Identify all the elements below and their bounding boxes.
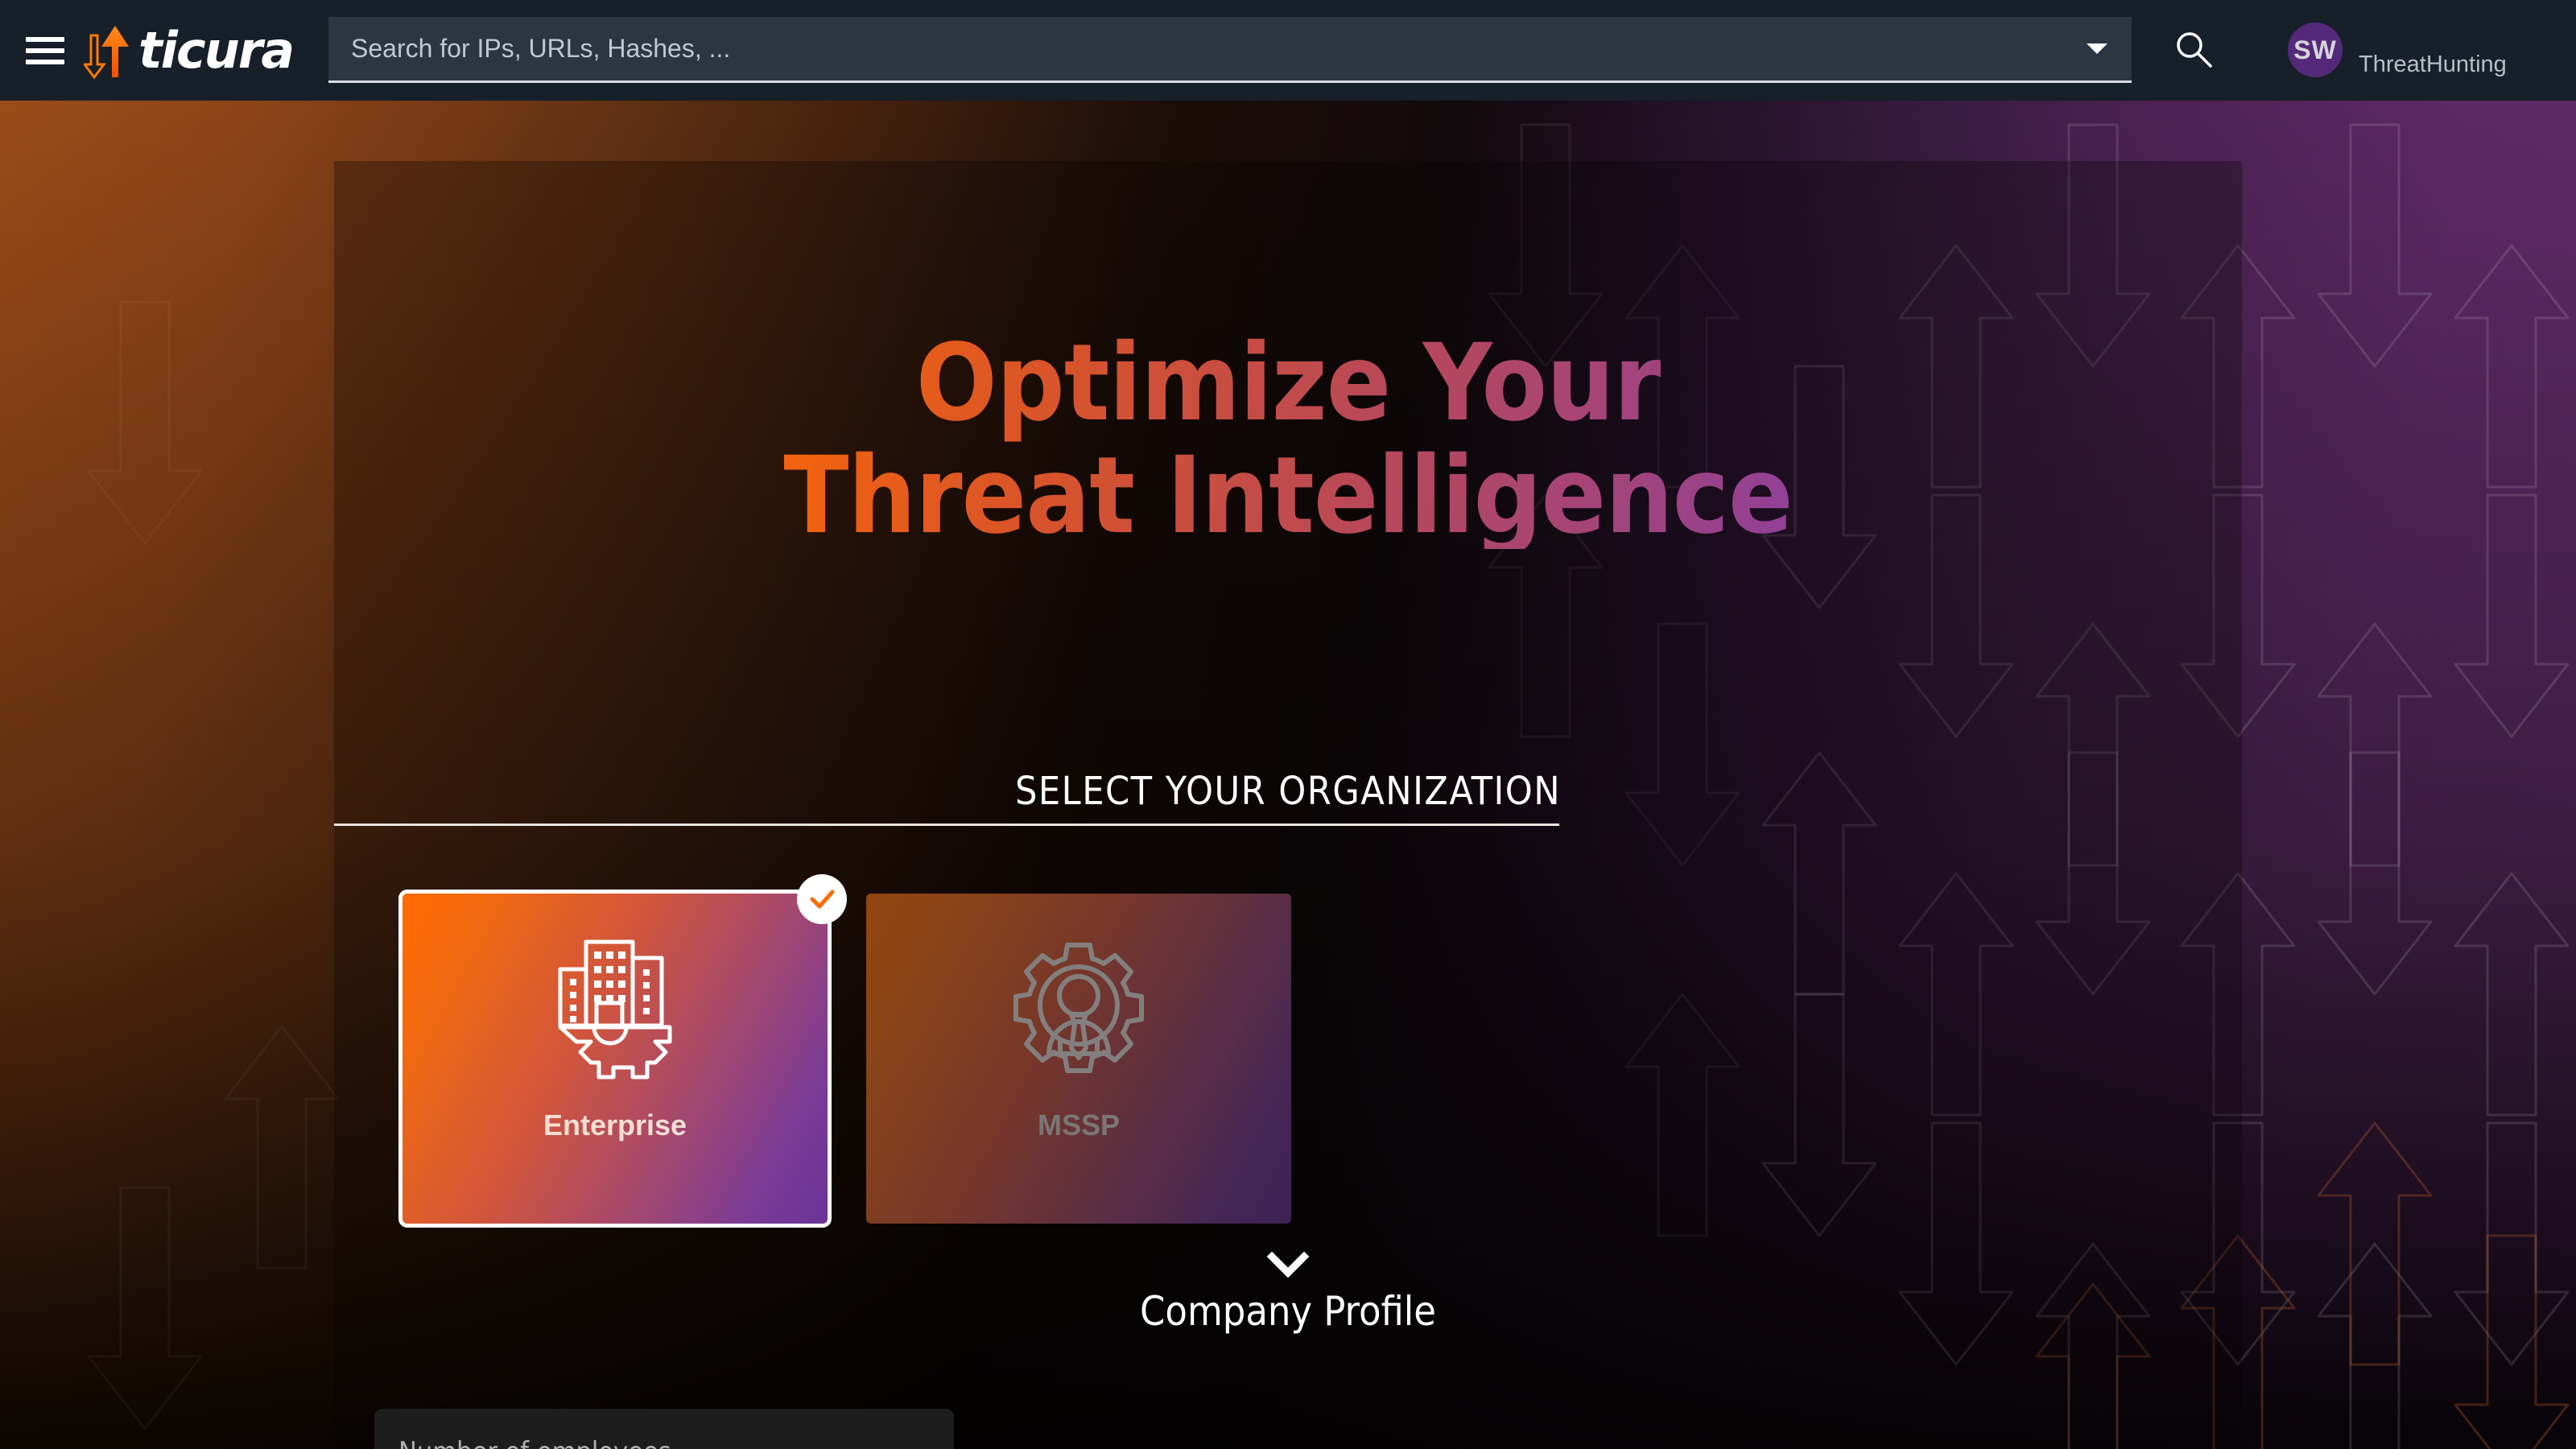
page-title: Optimize Your Threat Intelligence — [334, 330, 2242, 549]
org-card-enterprise[interactable]: Enterprise — [398, 874, 847, 1228]
user-name — [2359, 19, 2576, 48]
employees-field[interactable]: Number of employees — [374, 1409, 954, 1449]
app-header: ticura SW ThreatHunting — [0, 0, 2576, 101]
app-logo[interactable]: ticura — [82, 19, 295, 82]
hamburger-bar — [26, 47, 64, 53]
avatar[interactable]: SW — [2288, 23, 2343, 77]
organization-card-list: Enterprise MSSP — [398, 874, 1291, 1228]
check-icon — [797, 874, 847, 924]
search-icon[interactable] — [2174, 29, 2215, 71]
hamburger-menu-icon[interactable] — [26, 36, 64, 64]
company-profile-title: Company Profile — [1140, 1288, 1436, 1335]
hero-line-1: Optimize Your — [915, 321, 1661, 445]
user-role: ThreatHunting — [2359, 52, 2507, 77]
person-in-gear-icon — [1010, 937, 1147, 1086]
employees-label: Number of employees — [398, 1436, 930, 1449]
section-divider — [334, 824, 1559, 826]
search-input[interactable] — [328, 17, 2087, 80]
org-card-label: MSSP — [1037, 1108, 1121, 1141]
hero-line-2: Threat Intelligence — [783, 434, 1793, 558]
hamburger-bar — [26, 59, 64, 64]
onboarding-panel: Optimize Your Threat Intelligence SELECT… — [334, 161, 2242, 1449]
chevron-down-icon[interactable] — [2087, 43, 2107, 54]
up-down-arrows-icon — [82, 19, 137, 82]
search-bar[interactable] — [328, 17, 2132, 83]
user-menu[interactable]: ThreatHunting — [2359, 19, 2576, 78]
expand-company-profile-button[interactable] — [334, 1252, 2242, 1278]
org-card-label: Enterprise — [543, 1108, 687, 1141]
chevron-down-icon — [1267, 1252, 1309, 1278]
org-card-mssp[interactable]: MSSP — [866, 894, 1291, 1224]
section-heading: SELECT YOUR ORGANIZATION — [1014, 769, 1562, 814]
office-buildings-gear-icon — [551, 937, 679, 1086]
logo-wordmark: ticura — [138, 20, 295, 80]
hamburger-bar — [26, 36, 64, 42]
